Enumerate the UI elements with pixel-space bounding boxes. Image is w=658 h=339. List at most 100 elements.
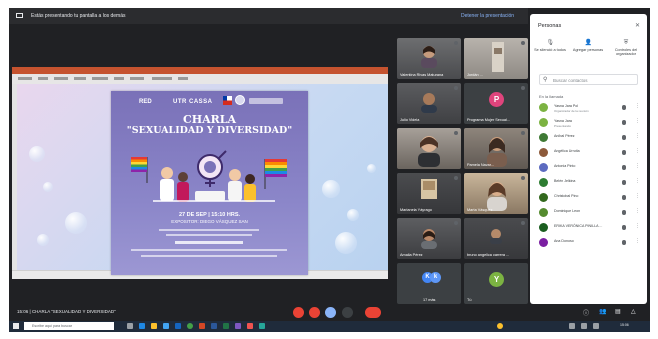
participant-name: Antonia Pinto [554,164,576,168]
volume-icon[interactable] [581,323,587,329]
file-explorer-icon[interactable] [151,323,157,329]
presentation-notice-bar: Estás presentando tu pantalla a los demá… [9,8,528,24]
mic-toggle-button[interactable] [293,307,304,318]
weather-icon [497,323,503,329]
host-controls-label: Controles del organizador [614,48,638,56]
more-options-icon[interactable]: ⋮ [635,118,640,124]
more-options-icon[interactable]: ⋮ [635,208,640,214]
participant-tile[interactable]: Valentina Rivas Maturana [397,38,461,79]
more-options-icon[interactable]: ⋮ [635,223,640,229]
mute-all-button[interactable]: 🎙 Se silenció a todos [534,40,566,52]
more-options-icon[interactable]: ⋮ [635,238,640,244]
task-view-icon[interactable] [127,323,133,329]
stop-presenting-button[interactable]: Detener la presentación [461,13,514,19]
participant-row[interactable]: Antonia Pinto ⋮ [539,162,641,174]
more-participants-tile[interactable]: K k 17 más [397,263,461,304]
mic-icon [622,165,626,170]
mic-icon [622,150,626,155]
participant-name: Aníbal Pérez [554,134,575,138]
participant-name: Christobal Pino [554,194,579,198]
word-icon[interactable] [211,323,217,329]
meeting-info: 15:06 | CHARLA "SEXUALIDAD Y DIVERSIDAD" [17,309,116,314]
participant-name: Angélica Urrutia [554,149,580,153]
participant-avatar: P [489,92,504,107]
participant-row[interactable]: Ana Donoso ⋮ [539,237,641,249]
end-call-button[interactable] [365,307,381,318]
add-people-label: Agregar personas [572,48,604,52]
participant-row[interactable]: Belén Jelkina ⋮ [539,177,641,189]
chrome-icon[interactable] [187,323,193,329]
participant-tile[interactable]: Pamela Navar... [464,128,528,169]
poster-date: 27 DE SEP | 15:10 HRS. [178,212,241,218]
more-options-icon[interactable]: ⋮ [635,193,640,199]
mic-icon [622,105,626,110]
mic-icon [622,210,626,215]
participant-row[interactable]: Aníbal Pérez ⋮ [539,132,641,144]
chat-icon[interactable]: ▤ [615,308,621,315]
rainbow-flag-left-icon [131,157,148,183]
taskbar-search-box[interactable]: Escribe aquí para buscar [24,322,114,330]
participant-row[interactable]: Christobal Pino ⋮ [539,192,641,204]
participant-tile[interactable]: Amalia Pérez [397,218,461,259]
excel-icon[interactable] [223,323,229,329]
mic-icon [622,180,626,185]
battery-icon[interactable] [593,323,599,329]
self-avatar: Y [489,272,504,287]
more-options-icon[interactable]: ⋮ [635,148,640,154]
search-icon: ⚲ [543,77,548,83]
mic-off-icon: 🎙 [546,40,555,46]
participant-name: Pamela Navar... [467,163,495,167]
app-icon[interactable] [235,323,241,329]
participant-tile[interactable]: P Programa Mujer Sexual... [464,83,528,124]
participant-row[interactable]: Yasna Jara Presentando ⋮ [539,117,641,129]
people-icon[interactable]: 👥 [599,308,606,315]
participant-row[interactable]: Angélica Urrutia ⋮ [539,147,641,159]
participant-row[interactable]: Dominique Leon ⋮ [539,207,641,219]
participant-row[interactable]: Yasna Jara Pol Organizador de la reunión… [539,102,641,114]
poster-logo-utr: UTR CASSA [173,99,213,105]
mic-icon [622,195,626,200]
poster-speaker: EXPOSITOR: DIEGO VÁSQUEZ SAN [171,219,248,224]
more-options-icon[interactable]: ⋮ [635,163,640,169]
rainbow-flag-right-icon [264,159,287,189]
mail-icon[interactable] [175,323,181,329]
close-icon[interactable]: ✕ [635,22,640,29]
powerpoint-titlebar [12,67,388,74]
avatar [539,238,548,247]
search-contacts-input[interactable]: ⚲ Buscar contactos [539,74,638,85]
store-icon[interactable] [163,323,169,329]
activities-icon[interactable]: △ [631,308,636,315]
more-options-button[interactable] [342,307,353,318]
presentation-notice-text: Estás presentando tu pantalla a los demá… [31,13,126,19]
participant-tile[interactable]: Marianela Yáyrago [397,173,461,214]
edge-icon[interactable] [139,323,145,329]
present-now-button[interactable] [325,307,336,318]
info-icon[interactable]: ⓘ [583,308,589,317]
taskbar-clock[interactable]: 15:06 [620,323,629,327]
poster-detail-line [141,255,277,257]
participant-tile[interactable] [397,128,461,169]
host-controls-button[interactable]: ⛨ Controles del organizador [610,40,642,56]
participant-tile[interactable]: bruno angelica carrera ... [464,218,528,259]
poster-detail-line [159,229,259,231]
camera-toggle-button[interactable] [309,307,320,318]
participant-tile[interactable]: Jordán ... [464,38,528,79]
more-options-icon[interactable]: ⋮ [635,103,640,109]
self-tile[interactable]: Y Tú [464,263,528,304]
app-icon[interactable] [247,323,253,329]
poster-detail-line [131,249,287,251]
more-options-icon[interactable]: ⋮ [635,178,640,184]
participant-name: Ana Donoso [554,239,574,243]
participant-tile[interactable]: Julio Videla [397,83,461,124]
add-people-button[interactable]: 👤 Agregar personas [572,40,604,52]
app-icon[interactable] [259,323,265,329]
mic-icon [622,240,626,245]
powerpoint-icon[interactable] [199,323,205,329]
more-options-icon[interactable]: ⋮ [635,133,640,139]
windows-start-icon[interactable] [13,323,19,329]
participant-tile[interactable]: Marta Vásquez [464,173,528,214]
participant-row[interactable]: ERIKA VERÓNICA PINILLA ... ⋮ [539,222,641,234]
participant-role: Presentando [554,123,572,128]
avatar [539,178,548,187]
network-icon[interactable] [569,323,575,329]
